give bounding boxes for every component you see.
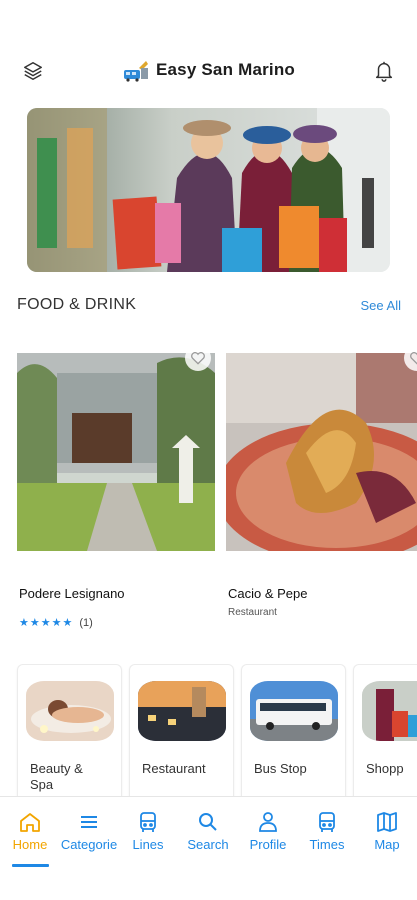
app-header: Easy San Marino	[0, 0, 417, 100]
title-group: Easy San Marino	[0, 58, 417, 82]
rating-stars: ★★★★★ (1)	[19, 616, 93, 629]
bottom-tab-bar: Home Categorie Lines Search Profile Time…	[0, 796, 417, 900]
person-icon	[259, 812, 277, 832]
tab-times[interactable]: Times	[297, 811, 357, 867]
bus-icon	[319, 812, 335, 832]
place-category: Restaurant	[228, 607, 277, 618]
category-card[interactable]: Shopp	[353, 664, 417, 796]
category-label: Shopp	[366, 761, 404, 776]
category-thumbnail	[138, 681, 226, 741]
heart-icon[interactable]	[185, 345, 211, 371]
tab-profile[interactable]: Profile	[238, 811, 298, 867]
category-card[interactable]: Beauty & Spa	[17, 664, 122, 796]
tab-label: Home	[12, 837, 48, 852]
category-card[interactable]: Restaurant	[129, 664, 234, 796]
map-icon	[377, 812, 397, 832]
rating-count: (1)	[79, 617, 93, 629]
tab-map[interactable]: Map	[357, 811, 417, 867]
section-title: FOOD & DRINK	[17, 296, 137, 313]
tab-label: Profile	[249, 837, 287, 852]
place-name: Podere Lesignano	[19, 586, 125, 601]
app-title: Easy San Marino	[155, 60, 296, 79]
see-all-link[interactable]: See All	[361, 298, 401, 313]
tab-label: Categorie	[60, 837, 118, 852]
home-icon	[20, 813, 40, 832]
place-card[interactable]: Podere Lesignano ★★★★★ (1)	[17, 345, 215, 629]
bus-icon	[140, 812, 156, 832]
hero-banner-image[interactable]	[27, 108, 390, 272]
category-label: Bus Stop	[254, 761, 307, 776]
category-thumbnail	[362, 681, 417, 741]
menu-icon	[81, 816, 97, 828]
tab-lines[interactable]: Lines	[118, 811, 178, 867]
place-card[interactable]: Cacio & Pepe Restaurant	[226, 345, 417, 618]
place-name: Cacio & Pepe	[228, 586, 308, 601]
tab-search[interactable]: Search	[178, 811, 238, 867]
category-label: Restaurant	[142, 761, 206, 776]
category-label: Beauty & Spa	[30, 761, 83, 792]
active-tab-indicator	[12, 864, 49, 867]
category-carousel[interactable]: Beauty & Spa Restaurant Bus Stop Shopp	[0, 664, 417, 796]
category-card[interactable]: Bus Stop	[241, 664, 346, 796]
tab-home[interactable]: Home	[0, 811, 60, 867]
tab-label: Map	[374, 837, 400, 852]
place-photo	[17, 353, 215, 551]
tab-categories[interactable]: Categorie	[59, 811, 119, 867]
bell-icon[interactable]	[373, 59, 395, 83]
tab-label: Search	[187, 837, 229, 852]
tab-label: Times	[309, 837, 345, 852]
tab-label: Lines	[132, 837, 164, 852]
place-photo	[226, 353, 417, 551]
stars-icon: ★★★★★	[19, 617, 74, 629]
category-thumbnail	[26, 681, 114, 741]
search-icon	[199, 813, 217, 831]
app-logo-icon	[123, 61, 148, 82]
category-thumbnail	[250, 681, 338, 741]
